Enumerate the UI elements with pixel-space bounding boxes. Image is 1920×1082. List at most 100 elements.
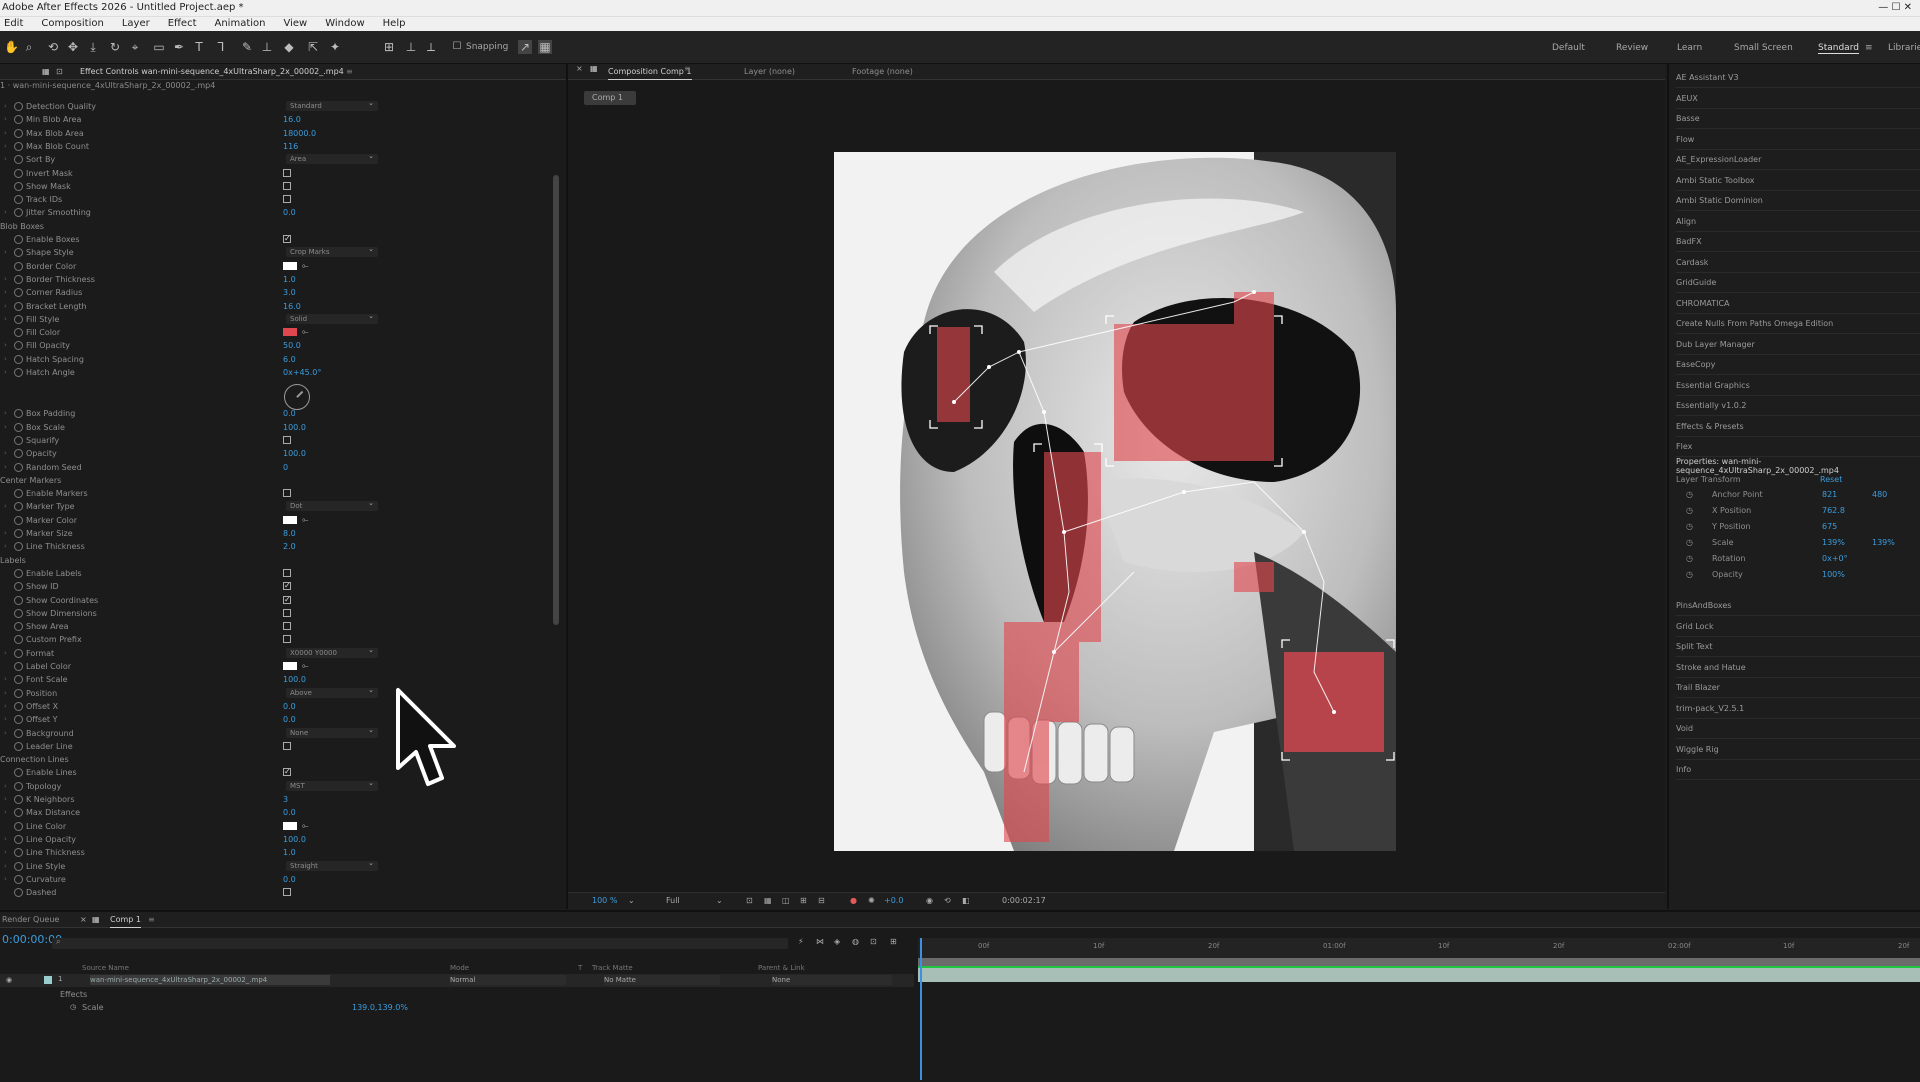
extension-item[interactable]: Ambi Static Dominion bbox=[1676, 191, 1920, 211]
stopwatch-icon[interactable]: ◷ bbox=[1686, 506, 1693, 515]
transform-prop-value[interactable]: 675 bbox=[1822, 522, 1837, 531]
effect-row[interactable]: Enable Boxes ✓ bbox=[0, 233, 556, 246]
stopwatch-icon[interactable] bbox=[14, 328, 23, 338]
frame-blend-icon[interactable]: ◈ bbox=[834, 937, 840, 946]
twirl-icon[interactable]: › bbox=[4, 833, 7, 846]
effect-row[interactable]: Show Mask bbox=[0, 180, 556, 193]
time-ruler[interactable]: 00f 10f 20f 01:00f 10f 20f 02:00f 10f 20f bbox=[918, 938, 1920, 958]
layer-duration-bar[interactable] bbox=[918, 968, 1920, 982]
extension-item[interactable]: Dub Layer Manager bbox=[1676, 335, 1920, 355]
twirl-icon[interactable]: › bbox=[4, 206, 7, 219]
hatch-angle-dial[interactable] bbox=[284, 384, 310, 410]
stopwatch-icon[interactable]: ◷ bbox=[70, 1003, 76, 1011]
stopwatch-icon[interactable] bbox=[14, 261, 23, 271]
effect-row[interactable]: › Max Blob Count 116 bbox=[0, 140, 556, 153]
property-value[interactable]: 100.0 bbox=[283, 833, 306, 846]
property-checkbox[interactable]: ✓ bbox=[283, 768, 291, 777]
extension-item[interactable]: Align bbox=[1676, 212, 1920, 232]
show-snapshot-icon[interactable]: ⟲ bbox=[944, 893, 951, 909]
property-dropdown[interactable]: MST bbox=[286, 778, 378, 791]
stopwatch-icon[interactable] bbox=[14, 208, 23, 218]
stopwatch-icon[interactable] bbox=[14, 568, 23, 578]
extension-item[interactable]: Effects & Presets bbox=[1676, 417, 1920, 437]
effect-row[interactable]: › Offset Y 0.0 bbox=[0, 713, 556, 726]
snapshot-icon[interactable]: ◉ bbox=[926, 893, 933, 909]
effect-row[interactable]: › Format X0000 Y0000 bbox=[0, 645, 556, 660]
twirl-icon[interactable]: › bbox=[4, 421, 7, 434]
exposure-value[interactable]: +0.0 bbox=[884, 893, 903, 909]
property-checkbox[interactable] bbox=[283, 888, 291, 897]
group-header[interactable]: Blob Boxes bbox=[0, 220, 44, 233]
effect-row[interactable]: Border Color ⟜ bbox=[0, 260, 556, 273]
effect-row[interactable]: › Sort By Area bbox=[0, 151, 556, 166]
color-channel-icon[interactable]: ● bbox=[850, 893, 857, 909]
stopwatch-icon[interactable] bbox=[14, 888, 23, 898]
type-tool-icon[interactable]: Ꞁ bbox=[214, 40, 228, 54]
stopwatch-icon[interactable]: ◷ bbox=[1686, 570, 1693, 579]
stopwatch-icon[interactable] bbox=[14, 235, 23, 244]
eraser-tool-icon[interactable]: ◆ bbox=[282, 40, 296, 54]
twirl-icon[interactable]: › bbox=[4, 246, 7, 259]
effect-row[interactable]: › Detection Quality Standard bbox=[0, 98, 556, 113]
property-checkbox[interactable]: ✓ bbox=[283, 595, 291, 604]
roto-tool-icon[interactable]: ⇱ bbox=[306, 40, 320, 54]
effect-row[interactable]: Line Color ⟜ bbox=[0, 820, 556, 833]
property-value[interactable]: 3.0 bbox=[283, 286, 296, 299]
twirl-icon[interactable]: › bbox=[4, 313, 7, 326]
resolution-chevron-icon[interactable]: ⌄ bbox=[716, 893, 723, 909]
property-value[interactable]: 3 bbox=[283, 793, 288, 806]
effect-row[interactable]: › Marker Type Dot bbox=[0, 498, 556, 513]
effect-row[interactable]: Marker Color ⟜ bbox=[0, 514, 556, 527]
effect-row[interactable]: Dashed bbox=[0, 886, 556, 899]
effect-row[interactable]: › Max Distance 0.0 bbox=[0, 806, 556, 819]
effect-row[interactable]: › Hatch Spacing 6.0 bbox=[0, 353, 556, 366]
tab-render-queue[interactable]: Render Queue bbox=[2, 912, 59, 927]
eyedropper-icon[interactable]: ⟜ bbox=[302, 328, 308, 336]
effect-row[interactable]: Label Color ⟜ bbox=[0, 660, 556, 673]
property-value[interactable]: 0.0 bbox=[283, 206, 296, 219]
extension-item[interactable]: Wiggle Rig bbox=[1676, 740, 1920, 760]
menu-edit[interactable]: Edit bbox=[4, 18, 23, 29]
eyedropper-icon[interactable]: ⟜ bbox=[302, 821, 308, 829]
close-tab-icon[interactable]: × bbox=[80, 912, 87, 927]
effect-row[interactable]: Show ID ✓ bbox=[0, 580, 556, 593]
stopwatch-icon[interactable] bbox=[14, 368, 23, 377]
group-header[interactable]: Center Markers bbox=[0, 474, 61, 487]
stopwatch-icon[interactable] bbox=[14, 648, 23, 658]
stopwatch-icon[interactable] bbox=[14, 168, 23, 178]
reset-link[interactable]: Reset bbox=[1820, 475, 1842, 484]
align-icon[interactable]: ⊞ bbox=[382, 40, 396, 54]
stopwatch-icon[interactable] bbox=[14, 314, 23, 324]
tl-tab-menu-icon[interactable]: ≡ bbox=[148, 912, 155, 927]
extension-item[interactable]: AE Assistant V3 bbox=[1676, 68, 1920, 88]
motion-blur-icon[interactable]: ◍ bbox=[852, 937, 859, 946]
effect-row[interactable]: › Offset X 0.0 bbox=[0, 700, 556, 713]
extension-item[interactable]: Flex bbox=[1676, 437, 1920, 457]
group-header[interactable]: Connection Lines bbox=[0, 753, 69, 766]
label-color-swatch[interactable] bbox=[44, 976, 52, 984]
window-controls[interactable]: — ☐ ✕ bbox=[1878, 0, 1912, 16]
menu-composition[interactable]: Composition bbox=[41, 18, 103, 29]
transform-prop-value[interactable]: 821 bbox=[1822, 490, 1837, 499]
effect-row[interactable]: › Position Above bbox=[0, 685, 556, 700]
stopwatch-icon[interactable] bbox=[14, 102, 23, 111]
color-swatch[interactable] bbox=[283, 515, 297, 524]
twirl-icon[interactable]: › bbox=[4, 687, 7, 700]
stopwatch-icon[interactable] bbox=[14, 688, 23, 698]
effect-row[interactable]: Track IDs bbox=[0, 193, 556, 206]
snap-grid-icon[interactable]: ▦ bbox=[538, 40, 552, 54]
tab-footage[interactable]: Footage (none) bbox=[852, 64, 913, 79]
extension-item[interactable]: PinsAndBoxes bbox=[1676, 596, 1920, 616]
rotate-tool-icon[interactable]: ↻ bbox=[108, 40, 122, 54]
world-axis-icon[interactable]: ⟂ bbox=[424, 40, 438, 54]
tab-layer[interactable]: Layer (none) bbox=[744, 64, 795, 79]
stopwatch-icon[interactable] bbox=[14, 529, 23, 538]
transform-prop-value-2[interactable]: 139% bbox=[1872, 538, 1895, 547]
region-icon[interactable]: ⊡ bbox=[746, 893, 753, 909]
property-value[interactable]: 100.0 bbox=[283, 673, 306, 686]
workspace-menu-icon[interactable]: ≡ bbox=[1865, 43, 1873, 53]
puppet-tool-icon[interactable]: ✦ bbox=[328, 40, 342, 54]
text-tool-icon[interactable]: T bbox=[192, 40, 206, 54]
eyedropper-icon[interactable]: ⟜ bbox=[302, 515, 308, 523]
track-matte-dropdown[interactable]: No Matte bbox=[604, 975, 720, 985]
